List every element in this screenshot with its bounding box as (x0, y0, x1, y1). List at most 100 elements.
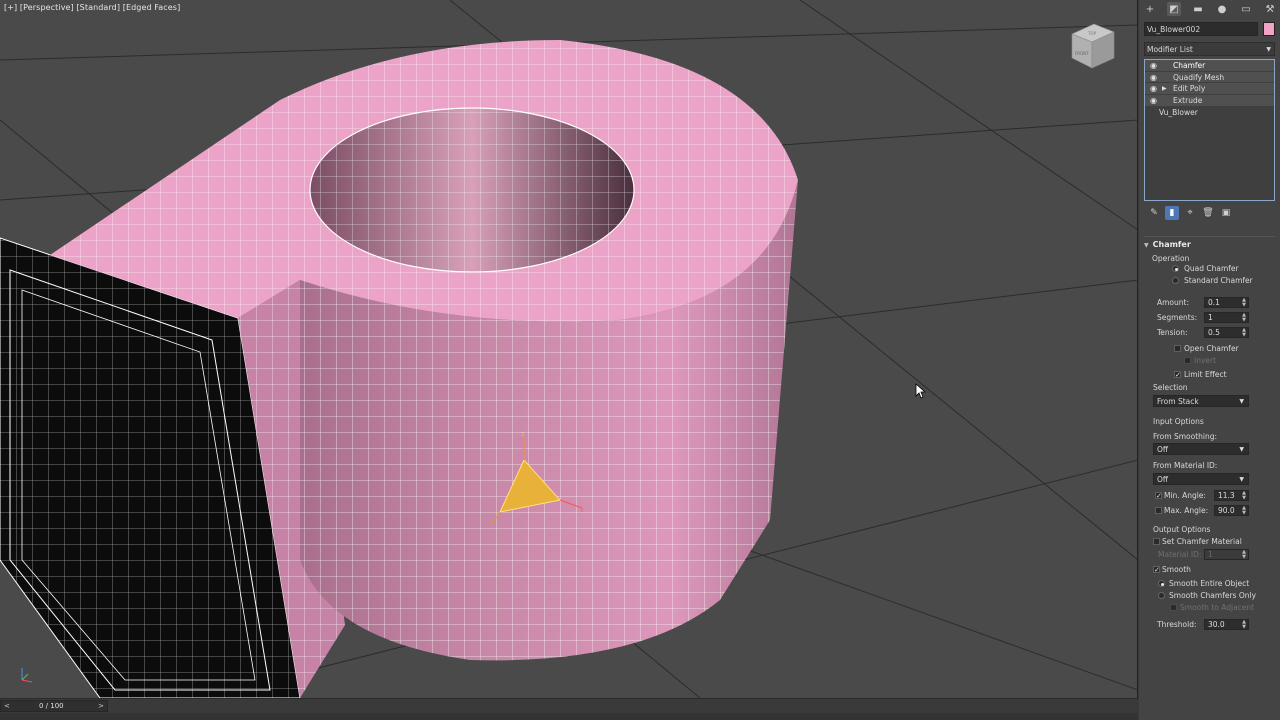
stack-item-extrude[interactable]: ◉ Extrude (1145, 95, 1274, 107)
blower-intake-hole (309, 107, 635, 273)
selection-dropdown[interactable]: From Stack ▼ (1153, 395, 1249, 407)
smooth-checkbox[interactable]: ✓ (1153, 566, 1160, 574)
input-options-label: Input Options (1153, 417, 1204, 426)
max-angle-checkbox[interactable] (1155, 507, 1162, 514)
smooth-to-adjacent-label: Smooth to Adjacent (1180, 603, 1255, 612)
standard-chamfer-radio[interactable] (1172, 277, 1179, 284)
chamfer-rollout-header[interactable]: ▼ Chamfer (1144, 240, 1191, 249)
stack-item-chamfer[interactable]: ◉ Chamfer (1145, 60, 1274, 72)
open-chamfer-checkbox[interactable] (1174, 345, 1181, 352)
tension-spinner[interactable]: 0.5 ▲ ▼ (1204, 327, 1249, 338)
min-angle-label: Min. Angle: (1164, 491, 1206, 500)
stack-item-base-object[interactable]: Vu_Blower (1145, 107, 1274, 119)
from-material-label: From Material ID: (1153, 461, 1218, 470)
time-prev-button[interactable]: < (4, 701, 10, 711)
time-next-button[interactable]: > (98, 701, 104, 711)
viewport-shading-menu[interactable]: [Standard] (76, 3, 120, 12)
quad-chamfer-label: Quad Chamfer (1184, 264, 1239, 273)
max-angle-spinner[interactable]: 90.0 ▲ ▼ (1214, 505, 1249, 516)
object-color-swatch[interactable] (1263, 22, 1275, 36)
viewcube-top-label[interactable]: TOP (1087, 31, 1097, 36)
time-slider-bar: < 0 / 100 > (0, 698, 1138, 720)
motion-tab-icon[interactable]: ● (1215, 2, 1229, 16)
chevron-down-icon: ▼ (1266, 46, 1271, 53)
stack-item-edit-poly[interactable]: ◉ ▶ Edit Poly (1145, 83, 1274, 96)
stack-toolbar: ✎ ▮ ⌖ 🗑 ▣ (1144, 205, 1275, 221)
output-options-label: Output Options (1153, 525, 1211, 534)
create-tab-icon[interactable]: + (1143, 2, 1157, 16)
object-name-field[interactable]: Vu_Blower002 (1144, 22, 1258, 36)
chevron-down-icon: ▼ (1239, 476, 1244, 483)
chevron-down-icon: ▼ (1239, 446, 1244, 453)
modifier-list-dropdown[interactable]: Modifier List ▼ (1144, 42, 1275, 56)
max-angle-label: Max. Angle: (1164, 506, 1209, 515)
show-end-result-icon[interactable]: ▮ (1165, 206, 1179, 220)
display-tab-icon[interactable]: ▭ (1239, 2, 1253, 16)
world-axis-tripod-icon (21, 668, 33, 683)
svg-text:z: z (521, 431, 524, 438)
command-panel-tabs: + ◩ ▬ ● ▭ ⚒ (1143, 1, 1277, 17)
viewport-plus-menu[interactable]: [+] (4, 3, 17, 12)
from-smoothing-label: From Smoothing: (1153, 432, 1218, 441)
viewport-display-menu[interactable]: [Edged Faces] (123, 3, 181, 12)
limit-effect-label: Limit Effect (1184, 370, 1227, 379)
eye-icon[interactable]: ◉ (1150, 83, 1157, 95)
set-chamfer-material-checkbox[interactable] (1153, 538, 1160, 545)
smooth-entire-object-label: Smooth Entire Object (1169, 579, 1250, 588)
from-material-dropdown[interactable]: Off ▼ (1153, 473, 1249, 485)
configure-modifier-sets-icon[interactable]: ▣ (1219, 206, 1233, 220)
make-unique-icon[interactable]: ⌖ (1183, 206, 1197, 220)
modify-tab-icon[interactable]: ◩ (1167, 2, 1181, 16)
tension-label: Tension: (1157, 328, 1188, 337)
amount-spinner[interactable]: 0.1 ▲ ▼ (1204, 297, 1249, 308)
utilities-tab-icon[interactable]: ⚒ (1263, 2, 1277, 16)
operation-label: Operation (1152, 254, 1190, 263)
svg-text:x: x (580, 507, 584, 514)
smooth-to-adjacent-checkbox[interactable] (1170, 604, 1177, 611)
viewcube-front-label[interactable]: FRONT (1075, 51, 1089, 56)
expand-arrow-icon[interactable]: ▶ (1162, 83, 1167, 95)
perspective-viewport[interactable]: z x [+] [Perspective] [Standard] [Edged … (0, 0, 1138, 698)
smooth-chamfers-only-radio[interactable] (1158, 592, 1165, 599)
invert-label: Invert (1194, 356, 1217, 365)
mouse-cursor-icon (915, 383, 927, 399)
viewport-label-menu[interactable]: [+] [Perspective] [Standard] [Edged Face… (4, 3, 180, 12)
viewport-scene: z x (0, 0, 1137, 698)
quad-chamfer-radio[interactable] (1172, 265, 1179, 272)
time-slider[interactable]: < 0 / 100 > (0, 700, 108, 712)
standard-chamfer-label: Standard Chamfer (1184, 276, 1253, 285)
invert-checkbox[interactable] (1184, 357, 1191, 364)
modifier-stack[interactable]: ◉ Chamfer ◉ Quadify Mesh ◉ ▶ Edit Poly ◉… (1144, 59, 1275, 201)
material-id-spinner[interactable]: 1 ▲ ▼ (1204, 549, 1249, 560)
selection-label: Selection (1153, 383, 1188, 392)
viewport-point-of-view-menu[interactable]: [Perspective] (20, 3, 74, 12)
time-frame-readout: 0 / 100 (39, 702, 64, 710)
chevron-down-icon: ▼ (1239, 398, 1244, 405)
hierarchy-tab-icon[interactable]: ▬ (1191, 2, 1205, 16)
modifier-list-label: Modifier List (1147, 45, 1193, 54)
threshold-label: Threshold: (1157, 620, 1197, 629)
chamfer-rollout: ▼ Chamfer Operation Quad Chamfer Standard… (1144, 236, 1275, 636)
remove-modifier-icon[interactable]: 🗑 (1201, 206, 1215, 220)
min-angle-checkbox[interactable]: ✓ (1155, 492, 1162, 500)
eye-icon[interactable]: ◉ (1150, 60, 1157, 72)
set-chamfer-material-label: Set Chamfer Material (1162, 537, 1242, 546)
command-panel: + ◩ ▬ ● ▭ ⚒ Vu_Blower002 Modifier List ▼… (1139, 0, 1280, 720)
smooth-chamfers-only-label: Smooth Chamfers Only (1169, 591, 1257, 600)
threshold-spinner[interactable]: 30.0 ▲ ▼ (1204, 619, 1249, 630)
eye-icon[interactable]: ◉ (1150, 72, 1157, 84)
open-chamfer-label: Open Chamfer (1184, 344, 1239, 353)
limit-effect-checkbox[interactable]: ✓ (1174, 371, 1181, 379)
pin-stack-icon[interactable]: ✎ (1147, 206, 1161, 220)
min-angle-spinner[interactable]: 11.3 ▲ ▼ (1214, 490, 1249, 501)
viewcube[interactable]: TOP FRONT (1068, 18, 1118, 72)
eye-icon[interactable]: ◉ (1150, 95, 1157, 107)
track-bar[interactable] (0, 713, 1138, 720)
stack-item-quadify-mesh[interactable]: ◉ Quadify Mesh (1145, 71, 1274, 84)
material-id-label: Material ID: (1158, 550, 1202, 559)
from-smoothing-dropdown[interactable]: Off ▼ (1153, 443, 1249, 455)
smooth-entire-object-radio[interactable] (1158, 580, 1165, 587)
segments-spinner[interactable]: 1 ▲ ▼ (1204, 312, 1249, 323)
amount-label: Amount: (1157, 298, 1189, 307)
smooth-label: Smooth (1162, 565, 1191, 574)
